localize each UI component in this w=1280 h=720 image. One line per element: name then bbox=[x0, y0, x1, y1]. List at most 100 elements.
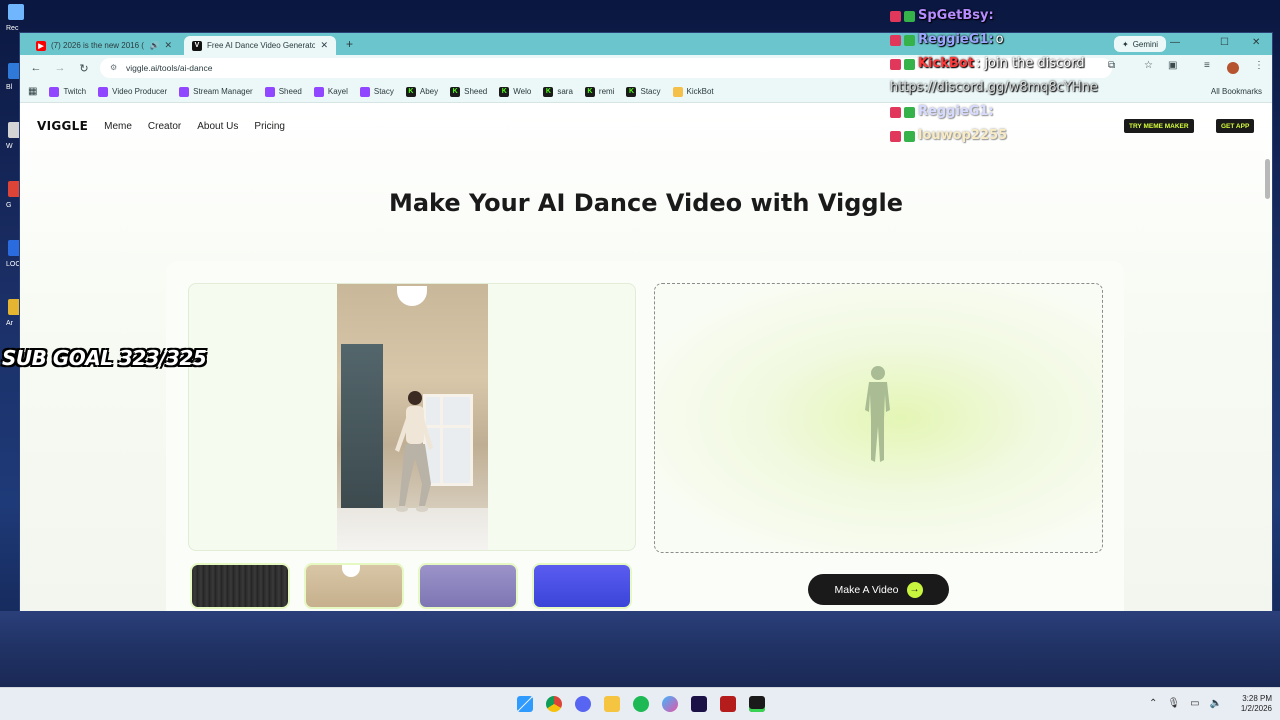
bookmark-label: Twitch bbox=[63, 87, 87, 96]
video-editor-icon[interactable] bbox=[720, 696, 736, 712]
get-app-button[interactable]: GET APP bbox=[1216, 119, 1255, 133]
kick-icon: K bbox=[405, 86, 416, 97]
chat-badge-icon bbox=[904, 58, 915, 70]
viggle-icon: V bbox=[192, 40, 202, 51]
reload-icon[interactable]: ↻ bbox=[72, 62, 96, 75]
viggle-logo[interactable]: VIGGLE bbox=[37, 119, 88, 133]
microphone-icon[interactable]: 🎙 bbox=[1167, 698, 1180, 709]
chevron-up-icon[interactable]: ⌃ bbox=[1149, 698, 1157, 709]
file-explorer-icon[interactable] bbox=[604, 696, 620, 712]
bookmark-item[interactable]: K Welo bbox=[499, 86, 532, 97]
nav-pricing[interactable]: Pricing bbox=[254, 121, 285, 132]
chat-badge-icon bbox=[890, 130, 901, 142]
close-tab-icon[interactable]: ✕ bbox=[320, 40, 328, 51]
twitch-icon bbox=[359, 86, 370, 97]
kickbot-icon bbox=[672, 86, 683, 97]
bookmark-item[interactable]: Kremi bbox=[584, 86, 614, 97]
chat-badge-icon bbox=[904, 34, 915, 46]
chat-message: KickBot: join the discord bbox=[890, 52, 1190, 76]
all-bookmarks-button[interactable]: All Bookmarks bbox=[1211, 87, 1262, 96]
chat-text: https://discord.gg/w8mq8cYHne bbox=[890, 80, 1098, 95]
bookmark-item[interactable]: Video Producer bbox=[98, 86, 168, 97]
chat-text: o bbox=[995, 32, 1004, 47]
chat-badge-icon bbox=[904, 130, 915, 142]
chat-message: ReggieG1: bbox=[890, 100, 1190, 124]
reference-video-panel[interactable] bbox=[188, 283, 636, 551]
bookmark-item[interactable]: Sheed bbox=[264, 86, 302, 97]
door-shape bbox=[341, 344, 383, 512]
bookmark-item[interactable]: KickBot bbox=[672, 86, 714, 97]
page-title: Make Your AI Dance Video with Viggle bbox=[388, 189, 904, 217]
chat-badge-icon bbox=[890, 106, 901, 118]
new-tab-button[interactable]: + bbox=[346, 37, 353, 51]
kick-icon: K bbox=[499, 86, 510, 97]
bookmark-item[interactable]: Stacy bbox=[359, 86, 394, 97]
template-thumbnail[interactable] bbox=[420, 565, 516, 607]
close-tab-icon[interactable]: ✕ bbox=[164, 40, 172, 51]
clock[interactable]: 3:28 PM 1/2/2026 bbox=[1241, 694, 1272, 714]
spotify-icon[interactable] bbox=[633, 696, 649, 712]
page-scrollbar[interactable] bbox=[1265, 159, 1270, 199]
nav-creator[interactable]: Creator bbox=[148, 121, 181, 132]
windows-start-icon[interactable] bbox=[517, 696, 533, 712]
volume-icon[interactable]: 🔈 bbox=[1210, 698, 1222, 709]
bookmark-label: KickBot bbox=[686, 87, 714, 96]
bookmark-item[interactable]: K Stacy bbox=[626, 86, 661, 97]
make-a-video-button[interactable]: Make A Video → bbox=[808, 574, 949, 605]
clock-time: 3:28 PM bbox=[1242, 694, 1272, 703]
close-window-icon[interactable]: ✕ bbox=[1252, 37, 1260, 48]
profile-avatar[interactable] bbox=[1227, 62, 1239, 74]
desktop-shortcut-label: Rec bbox=[6, 25, 19, 32]
bookmark-label: Video Producer bbox=[112, 87, 168, 96]
desktop-shortcut-icon[interactable] bbox=[8, 4, 24, 20]
tab-title: Free AI Dance Video Generato bbox=[207, 41, 316, 50]
chat-message: ReggieG1: o bbox=[890, 28, 1190, 52]
nav-about-us[interactable]: About Us bbox=[197, 121, 238, 132]
youtube-icon: ▶ bbox=[36, 40, 46, 51]
bookmark-label: Sheed bbox=[278, 87, 302, 96]
bookmark-item[interactable]: K Abey bbox=[405, 86, 439, 97]
forward-icon[interactable]: → bbox=[48, 62, 72, 74]
terminal-icon[interactable] bbox=[749, 696, 765, 712]
chat-badge-icon bbox=[890, 58, 901, 70]
site-info-icon[interactable]: ⚙ bbox=[110, 63, 120, 73]
bookmark-label: Sheed bbox=[464, 87, 488, 96]
maximize-icon[interactable]: ☐ bbox=[1220, 37, 1229, 48]
kick-icon: K bbox=[543, 86, 554, 97]
tab-youtube[interactable]: ▶ (7) 2026 is the new 2016 (p 🔊 ✕ bbox=[28, 36, 180, 55]
dancer-figure bbox=[395, 391, 433, 512]
system-tray: ⌃ 🎙 ▭ 🔈 bbox=[1149, 698, 1222, 709]
character-upload-panel[interactable] bbox=[654, 283, 1103, 553]
chat-badge-icon bbox=[890, 34, 901, 46]
bookmark-item[interactable]: Kayel bbox=[313, 86, 348, 97]
character-silhouette-icon bbox=[865, 366, 890, 462]
bookmark-label: Stacy bbox=[373, 87, 394, 96]
dance-video-preview[interactable] bbox=[337, 284, 488, 550]
template-thumbnail[interactable] bbox=[306, 565, 402, 607]
discord-icon[interactable] bbox=[575, 696, 591, 712]
bookmark-item[interactable]: K Sheed bbox=[450, 86, 488, 97]
bookmark-label: Welo bbox=[513, 87, 532, 96]
bookmark-item[interactable]: Ksara bbox=[543, 86, 573, 97]
chat-username: KickBot bbox=[918, 56, 974, 71]
chrome-icon[interactable] bbox=[546, 696, 562, 712]
tab-viggle[interactable]: V Free AI Dance Video Generato ✕ bbox=[184, 36, 336, 55]
taskbar: ⌃ 🎙 ▭ 🔈 3:28 PM 1/2/2026 bbox=[0, 687, 1280, 720]
taskbar-apps bbox=[517, 696, 765, 712]
copilot-icon[interactable] bbox=[662, 696, 678, 712]
bookmark-label: Abey bbox=[419, 87, 439, 96]
kebab-menu-icon[interactable]: ⋮ bbox=[1254, 60, 1264, 71]
apps-grid-icon[interactable]: ▦ bbox=[28, 86, 37, 97]
bookmark-item[interactable]: Stream Manager bbox=[179, 86, 253, 97]
menu-lines-icon[interactable]: ≡ bbox=[1204, 60, 1210, 71]
nav-meme[interactable]: Meme bbox=[104, 121, 132, 132]
speaker-icon[interactable]: 🔊 bbox=[149, 41, 159, 50]
network-icon[interactable]: ▭ bbox=[1190, 698, 1199, 709]
bookmark-item[interactable]: Twitch bbox=[49, 86, 87, 97]
chat-username: ReggieG1: bbox=[918, 32, 994, 47]
template-thumbnail[interactable] bbox=[534, 565, 630, 607]
template-thumbnail[interactable] bbox=[192, 565, 288, 607]
desktop-background-strip bbox=[0, 611, 1280, 687]
premiere-icon[interactable] bbox=[691, 696, 707, 712]
back-icon[interactable]: ← bbox=[24, 62, 48, 74]
